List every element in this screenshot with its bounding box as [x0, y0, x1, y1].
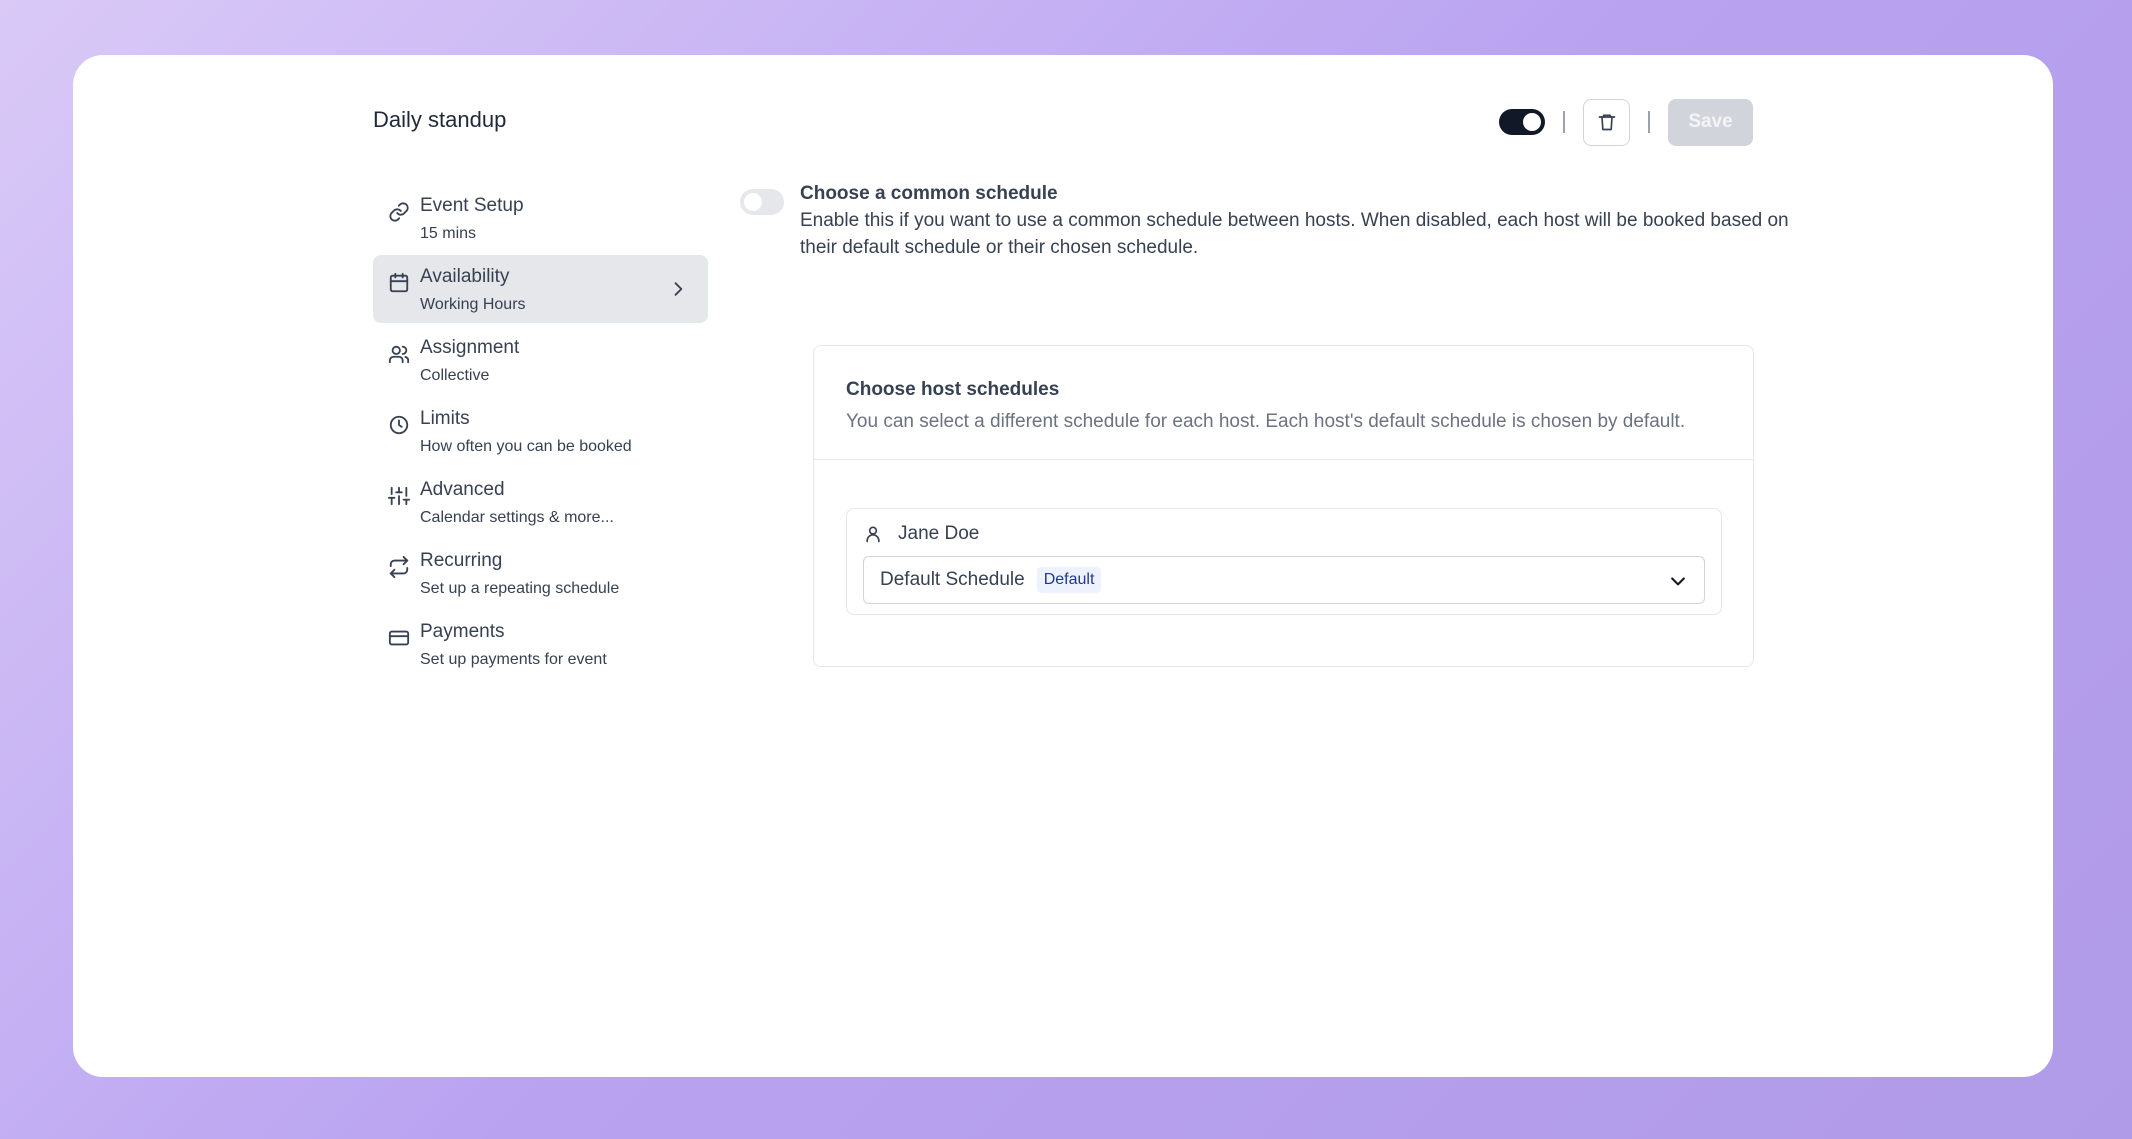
chevron-down-icon: [1671, 577, 1685, 586]
host-card: Jane Doe Default Schedule Default: [846, 508, 1722, 615]
common-schedule-title: Choose a common schedule: [800, 183, 1058, 204]
event-enabled-toggle[interactable]: [1499, 109, 1545, 135]
repeat-icon: [389, 556, 409, 578]
host-name: Jane Doe: [898, 523, 980, 544]
clock-icon: [389, 415, 409, 435]
sidebar-item-advanced[interactable]: Advanced Calendar settings & more...: [373, 468, 708, 536]
select-value: Default Schedule: [880, 569, 1025, 590]
save-button[interactable]: Save: [1668, 98, 1753, 146]
page-title: Daily standup: [373, 107, 507, 132]
main-content: Choose a common schedule Enable this if …: [740, 183, 1826, 667]
common-schedule-description: Enable this if you want to use a common …: [800, 210, 1789, 258]
sidebar-item-sublabel: 15 mins: [420, 225, 477, 242]
sidebar-item-label: Advanced: [420, 479, 505, 500]
chevron-right-icon: [674, 282, 683, 296]
sidebar-item-label: Payments: [420, 621, 505, 642]
sidebar-item-event-setup[interactable]: Event Setup 15 mins: [373, 184, 708, 252]
host-schedule-select[interactable]: Default Schedule Default: [863, 556, 1705, 604]
sidebar-item-availability[interactable]: Availability Working Hours: [373, 255, 708, 323]
sidebar-item-sublabel: Collective: [420, 367, 490, 384]
calendar-icon: [389, 272, 409, 293]
host-schedules-title: Choose host schedules: [846, 379, 1060, 400]
delete-button[interactable]: [1583, 98, 1630, 146]
host-schedules-description: You can select a different schedule for …: [846, 411, 1686, 432]
credit-card-icon: [388, 630, 410, 646]
sliders-icon: [388, 486, 410, 506]
sidebar-item-limits[interactable]: Limits How often you can be booked: [373, 397, 708, 465]
trash-icon: [1598, 114, 1615, 131]
sidebar-item-sublabel: Calendar settings & more...: [420, 509, 614, 526]
toggle-knob: [1523, 113, 1541, 131]
common-schedule-row: Choose a common schedule Enable this if …: [740, 183, 1826, 261]
sidebar-item-payments[interactable]: Payments Set up payments for event: [373, 610, 708, 678]
default-badge: Default: [1036, 567, 1102, 593]
host-name-row: Jane Doe: [863, 523, 979, 545]
sidebar-item-sublabel: Set up a repeating schedule: [420, 580, 620, 597]
sidebar-item-label: Recurring: [420, 550, 503, 571]
sidebar-item-label: Availability: [420, 266, 510, 287]
toggle-knob: [744, 193, 762, 211]
divider: [1563, 111, 1565, 133]
sidebar-item-label: Event Setup: [420, 195, 524, 216]
sidebar-item-sublabel: Set up payments for event: [420, 651, 607, 668]
sidebar-item-sublabel: Working Hours: [420, 296, 526, 313]
sidebar-item-sublabel: How often you can be booked: [420, 438, 632, 455]
divider: [1648, 111, 1650, 133]
top-actions: Save: [1499, 98, 1753, 146]
sidebar-item-assignment[interactable]: Assignment Collective: [373, 326, 708, 394]
host-schedules-header: Choose host schedules You can select a d…: [814, 346, 1753, 460]
sidebar-item-label: Limits: [420, 408, 470, 429]
users-icon: [388, 345, 410, 364]
sidebar-item-recurring[interactable]: Recurring Set up a repeating schedule: [373, 539, 708, 607]
host-schedules-panel: Choose host schedules You can select a d…: [813, 345, 1754, 667]
sidebar-item-label: Assignment: [420, 337, 520, 358]
user-icon: [866, 526, 880, 543]
common-schedule-toggle[interactable]: [740, 189, 784, 215]
main-card: Daily standup Save Event Setup 15 mins A…: [73, 55, 2053, 1077]
sidebar: Event Setup 15 mins Availability Working…: [373, 184, 708, 681]
link-icon: [389, 202, 409, 222]
